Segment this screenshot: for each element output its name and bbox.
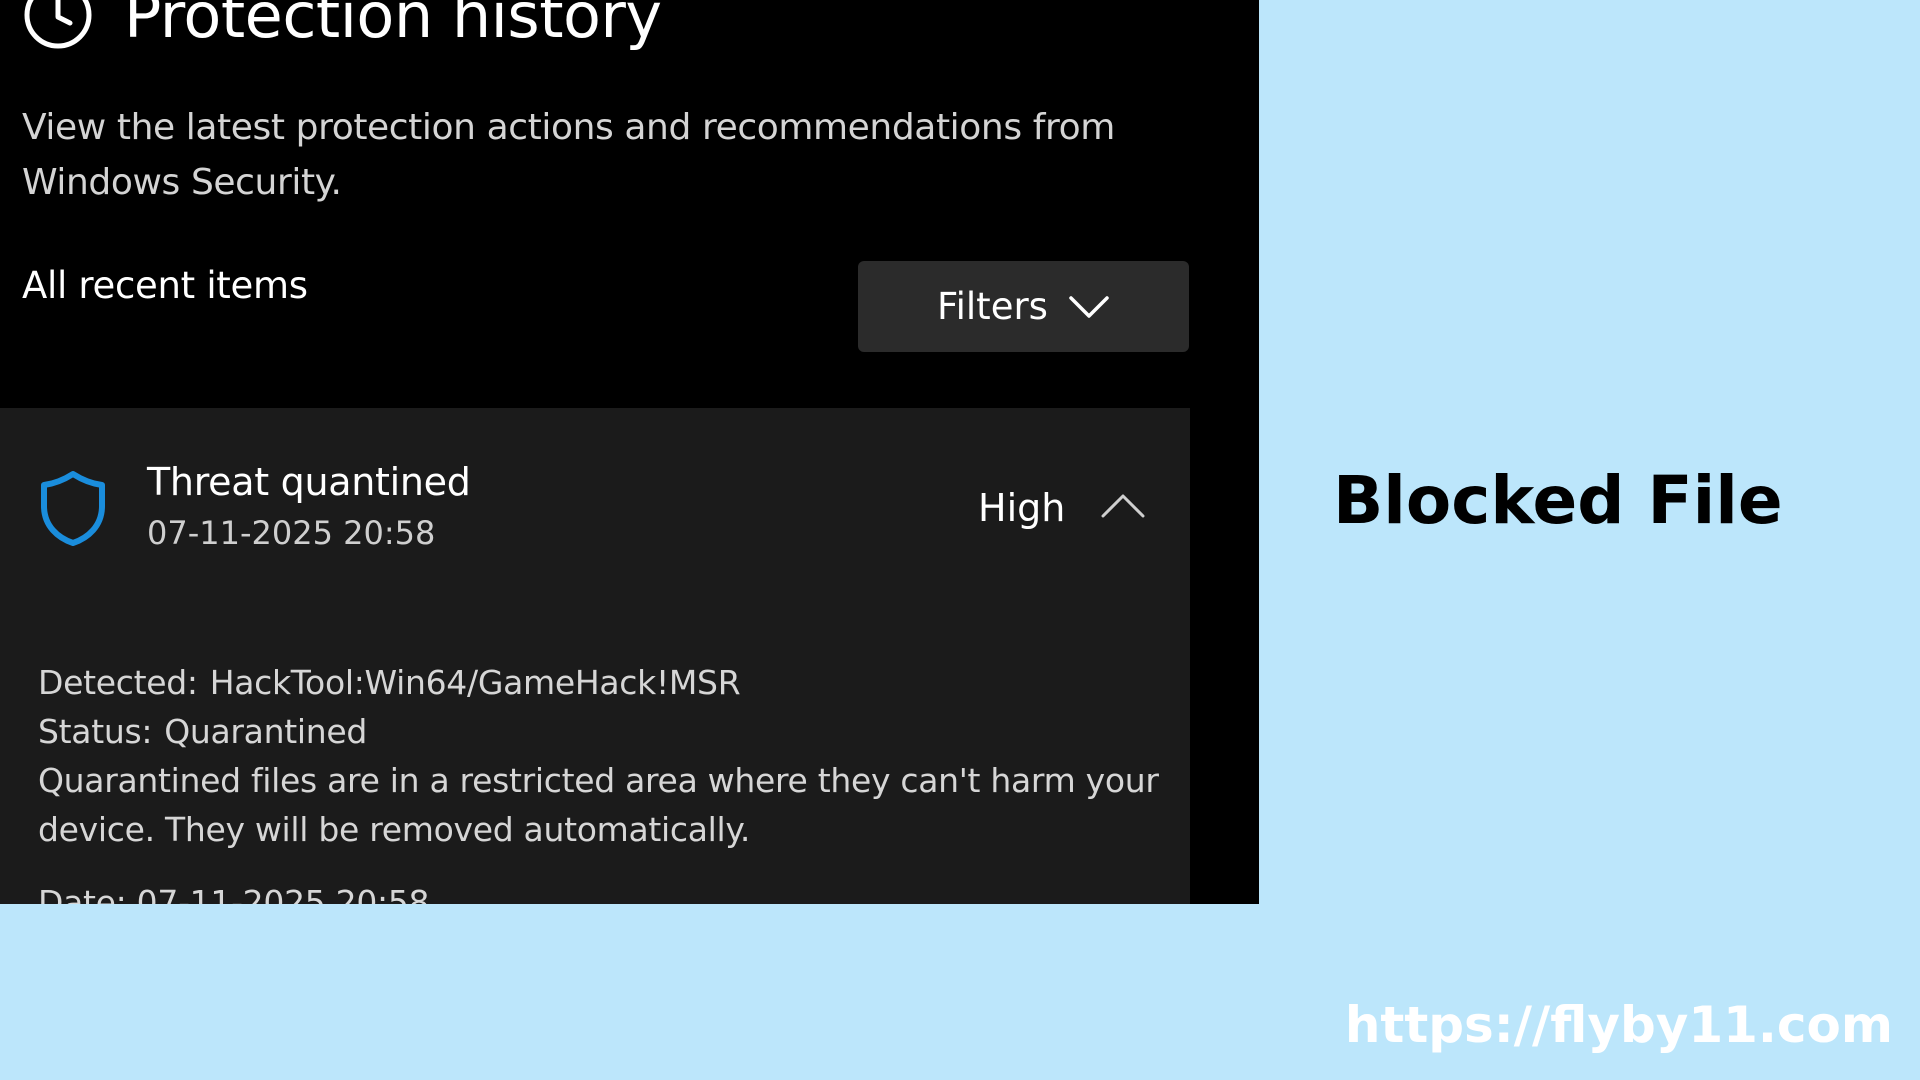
date-row: Date: 07-11-2025 20:58 <box>38 883 430 904</box>
shield-icon <box>41 471 105 546</box>
status-label: Status: <box>38 712 153 751</box>
quarantine-note: Quarantined files are in a restricted ar… <box>38 761 1159 849</box>
all-recent-items-label: All recent items <box>22 264 308 307</box>
filters-button[interactable]: Filters <box>858 261 1189 352</box>
page-title: Protection history <box>124 0 662 52</box>
title-row: Protection history <box>22 0 662 60</box>
detected-label: Detected: <box>38 663 198 702</box>
threat-card: Threat quantined 07-11-2025 20:58 High D… <box>0 408 1190 904</box>
status-value: Quarantined <box>164 712 367 751</box>
threat-card-header[interactable]: Threat quantined 07-11-2025 20:58 High <box>0 408 1190 608</box>
threat-title: Threat quantined <box>147 460 471 504</box>
chevron-up-icon[interactable] <box>1100 492 1146 520</box>
severity-label: High <box>978 486 1066 530</box>
detected-value: HackTool:Win64/GameHack!MSR <box>209 663 741 702</box>
detected-row: Detected: HackTool:Win64/GameHack!MSR <box>38 658 1168 707</box>
blocked-file-caption: Blocked File <box>1333 462 1783 539</box>
protection-history-panel: Protection history View the latest prote… <box>0 0 1259 904</box>
filters-button-label: Filters <box>937 285 1048 328</box>
chevron-down-icon <box>1069 295 1109 318</box>
history-clock-icon <box>24 0 92 49</box>
page-subtitle: View the latest protection actions and r… <box>22 107 1115 203</box>
threat-details: Detected: HackTool:Win64/GameHack!MSR Sta… <box>38 658 1168 904</box>
site-url: https://flyby11.com <box>1344 996 1893 1054</box>
status-row: Status: Quarantined <box>38 707 1168 756</box>
threat-timestamp: 07-11-2025 20:58 <box>147 514 436 552</box>
